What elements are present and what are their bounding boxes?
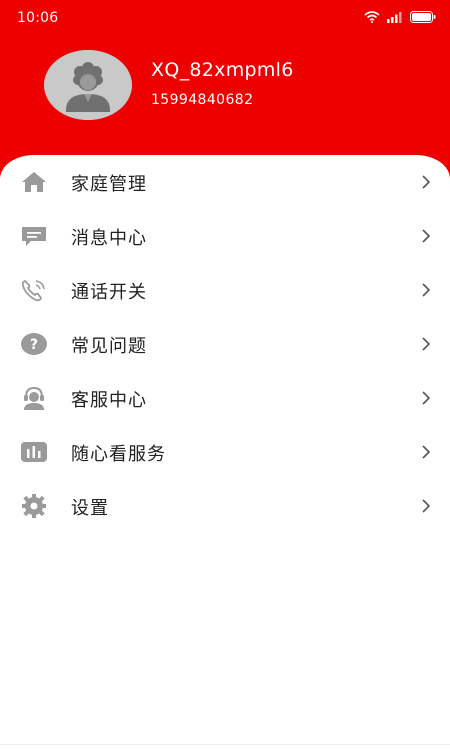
username: XQ_82xmpml6 [151,59,294,81]
chevron-right-icon [420,390,432,406]
gear-icon [19,493,49,519]
menu-item-label: 消息中心 [71,228,147,249]
chevron-right-icon [420,282,432,298]
profile-screen: 10:06 XQ_82xmpml6 15994840682 家庭管理 消息中心 … [0,0,450,750]
battery-icon [410,11,436,23]
status-icons [364,11,436,23]
question-icon: ? [19,331,49,357]
chevron-right-icon [420,174,432,190]
user-avatar-icon[interactable] [44,50,132,120]
chevron-right-icon [420,498,432,514]
message-icon [19,223,49,249]
status-bar: 10:06 [0,0,450,38]
menu-item-label: 通话开关 [71,282,147,303]
menu-item-faq[interactable]: ? 常见问题 [0,321,450,367]
status-time: 10:06 [17,10,59,26]
wifi-icon [364,11,380,23]
menu-item-label: 家庭管理 [71,174,147,195]
divider [0,744,450,745]
chevron-right-icon [420,228,432,244]
menu-item-label: 设置 [71,498,109,519]
menu-item-settings[interactable]: 设置 [0,483,450,529]
chevron-right-icon [420,336,432,352]
svg-text:?: ? [30,337,38,353]
menu-item-customer-service[interactable]: 客服中心 [0,375,450,421]
phone-number: 15994840682 [151,92,254,108]
phone-call-icon [19,277,49,303]
menu-item-label: 随心看服务 [71,444,166,465]
customer-service-icon [19,385,49,411]
signal-icon [386,11,404,23]
home-icon [19,169,49,195]
menu-list: 家庭管理 消息中心 通话开关 ? 常见问题 客服中心 随心看服务 设置 [0,155,450,750]
menu-item-watch-service[interactable]: 随心看服务 [0,429,450,475]
menu-item-call-switch[interactable]: 通话开关 [0,267,450,313]
menu-item-label: 客服中心 [71,390,147,411]
chevron-right-icon [420,444,432,460]
chart-service-icon [19,439,49,465]
menu-item-message-center[interactable]: 消息中心 [0,213,450,259]
menu-item-family-management[interactable]: 家庭管理 [0,159,450,205]
menu-item-label: 常见问题 [71,336,147,357]
